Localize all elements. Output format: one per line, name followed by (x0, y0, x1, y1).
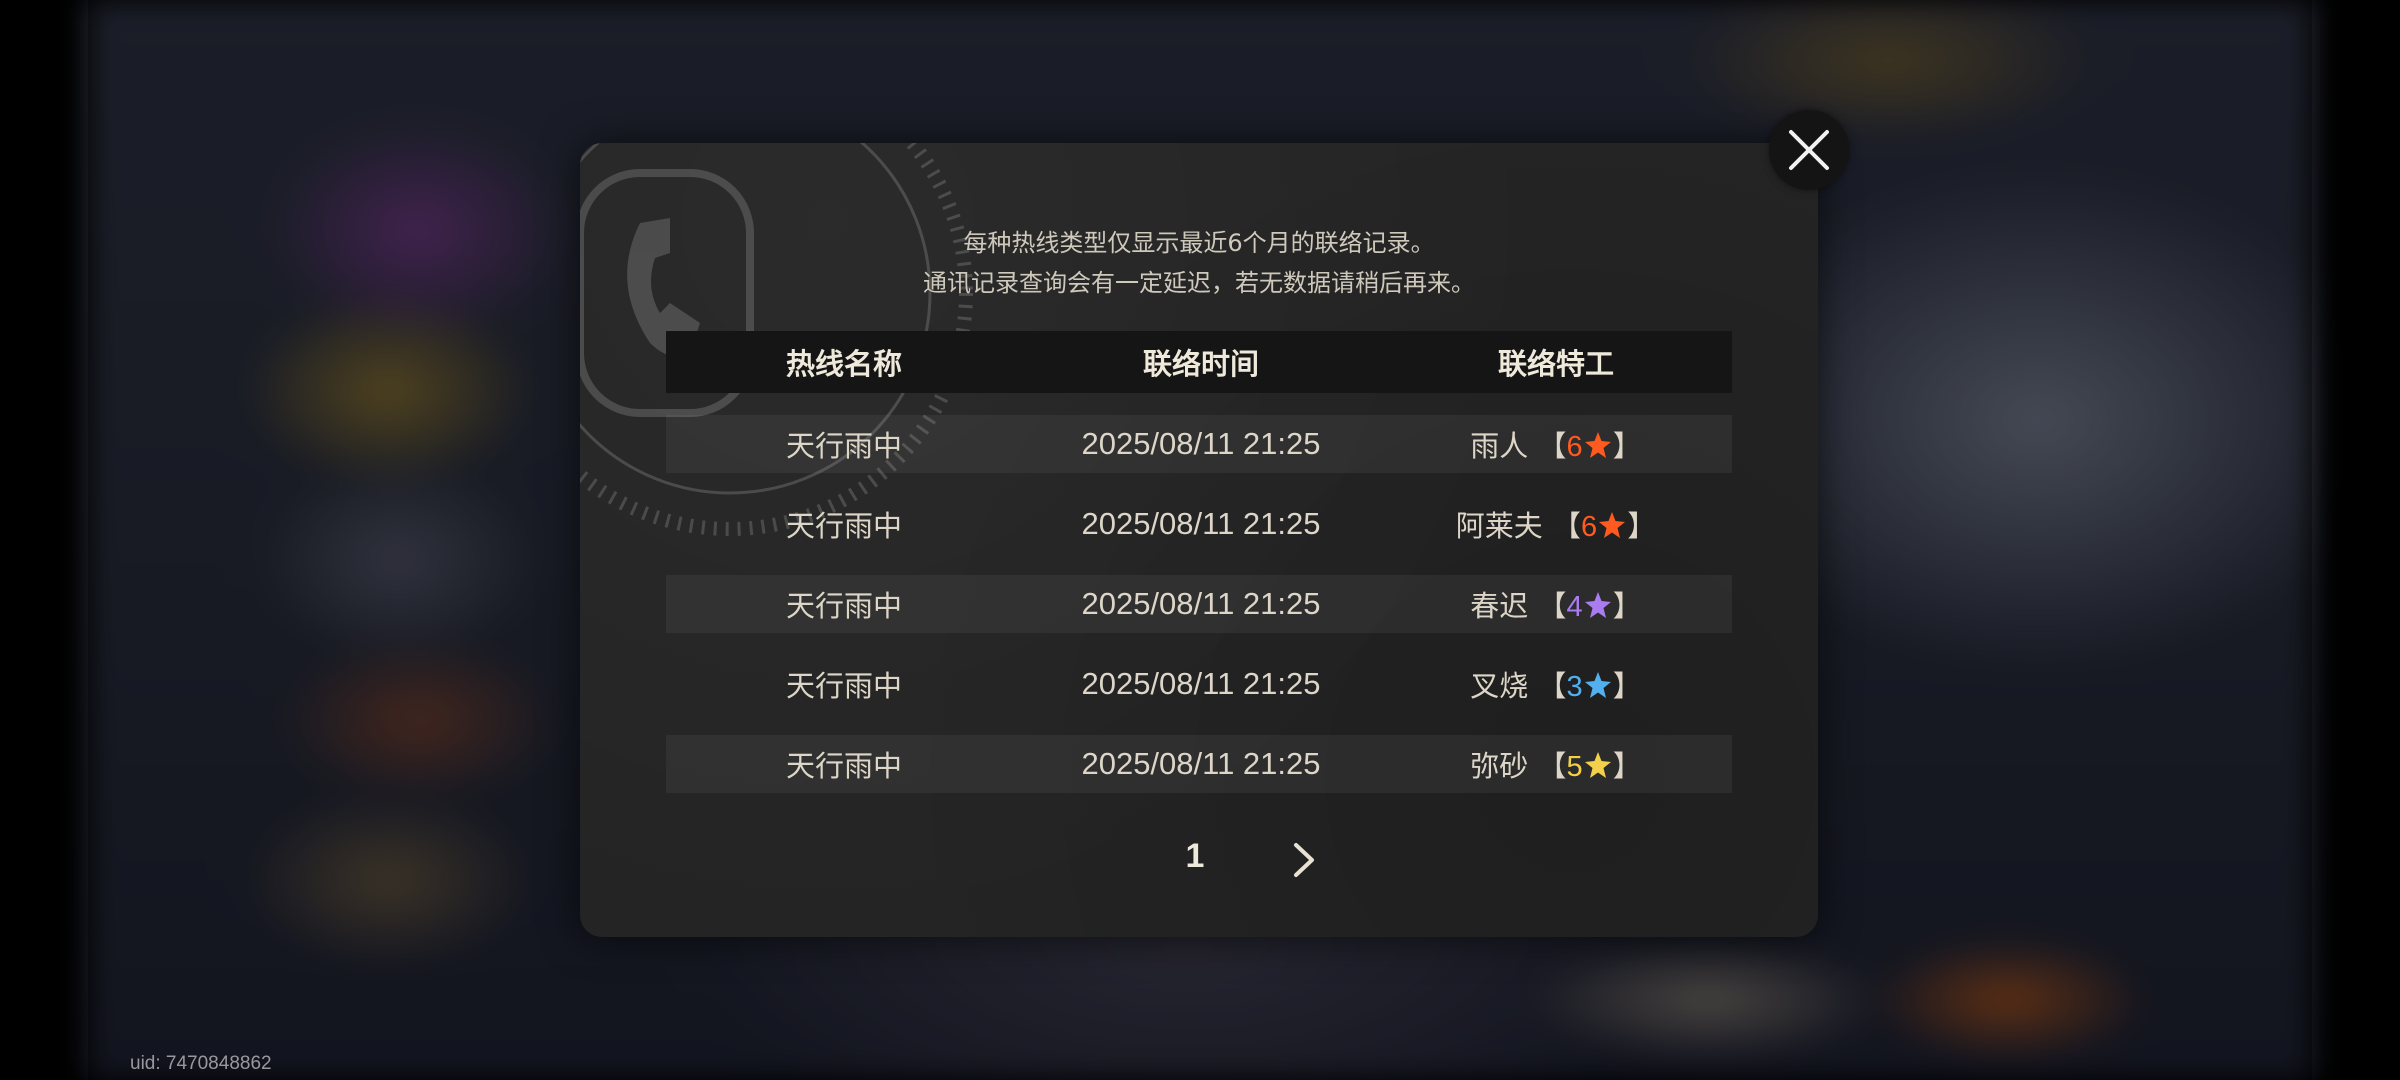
star-icon (1584, 592, 1611, 618)
cell-hotline: 天行雨中 (785, 589, 902, 623)
table-row: 天行雨中 2025/08/11 21:25 阿莱夫 【6 】 (666, 495, 1732, 553)
cell-time: 2025/08/11 21:25 (1022, 746, 1380, 782)
bracket-close: 】 (1612, 589, 1642, 623)
agent-name: 春迟 (1470, 589, 1529, 623)
close-icon (1789, 130, 1829, 170)
rarity-value: 6 (1581, 511, 1598, 543)
screen: uid: 7470848862 每种热线类型仅显示最近6个月的联络记录。 通讯记… (0, 0, 2400, 1080)
star-icon (1584, 672, 1611, 698)
cell-time: 2025/08/11 21:25 (1022, 586, 1380, 622)
star-icon (1584, 432, 1611, 458)
notice-line-2: 通讯记录查询会有一定延迟，若无数据请稍后再来。 (923, 269, 1475, 297)
cell-agent: 叉烧 【3 】 (1380, 663, 1732, 705)
cell-time: 2025/08/11 21:25 (1022, 426, 1380, 462)
bracket-close: 】 (1627, 509, 1657, 543)
cell-agent: 阿莱夫 【6 】 (1380, 503, 1732, 545)
cell-agent: 春迟 【4 】 (1380, 583, 1732, 625)
close-button[interactable] (1769, 110, 1849, 190)
header-hotline-name: 热线名称 (785, 347, 902, 381)
pagination: 1 (580, 837, 1818, 887)
current-page-number[interactable]: 1 (1180, 837, 1210, 876)
bracket-close: 】 (1612, 429, 1642, 463)
cell-agent: 弥砂 【5 】 (1380, 743, 1732, 785)
time-text: 2025/08/11 21:25 (1081, 426, 1321, 461)
notice-text: 每种热线类型仅显示最近6个月的联络记录。 通讯记录查询会有一定延迟，若无数据请稍… (580, 223, 1818, 303)
time-text: 2025/08/11 21:25 (1081, 586, 1321, 621)
cell-hotline: 天行雨中 (785, 749, 902, 783)
header-contact-time: 联络时间 (1142, 347, 1259, 381)
chevron-right-icon[interactable] (1284, 837, 1324, 883)
bracket-open: 【 (1537, 669, 1567, 703)
bracket-open: 【 (1552, 509, 1582, 543)
rarity-value: 6 (1566, 431, 1583, 463)
bracket-close: 】 (1612, 669, 1642, 703)
time-text: 2025/08/11 21:25 (1081, 746, 1321, 781)
cell-hotline: 天行雨中 (785, 509, 902, 543)
bracket-open: 【 (1537, 749, 1567, 783)
star-icon (1584, 752, 1611, 778)
table-row: 天行雨中 2025/08/11 21:25 叉烧 【3 】 (666, 655, 1732, 713)
bracket-close: 】 (1612, 749, 1642, 783)
time-text: 2025/08/11 21:25 (1081, 666, 1321, 701)
agent-name: 雨人 (1470, 429, 1529, 463)
table-row: 天行雨中 2025/08/11 21:25 雨人 【6 】 (666, 415, 1732, 473)
header-contact-agent: 联络特工 (1497, 347, 1614, 381)
rarity-value: 4 (1566, 591, 1583, 623)
rarity-value: 3 (1566, 671, 1583, 703)
cell-hotline: 天行雨中 (785, 429, 902, 463)
notice-line-1: 每种热线类型仅显示最近6个月的联络记录。 (963, 229, 1435, 257)
bracket-open: 【 (1537, 589, 1567, 623)
cell-hotline: 天行雨中 (785, 669, 902, 703)
agent-name: 叉烧 (1470, 669, 1529, 703)
star-icon (1599, 512, 1626, 538)
time-text: 2025/08/11 21:25 (1081, 506, 1321, 541)
table-row: 天行雨中 2025/08/11 21:25 春迟 【4 】 (666, 575, 1732, 633)
cell-time: 2025/08/11 21:25 (1022, 666, 1380, 702)
agent-name: 阿莱夫 (1455, 509, 1543, 543)
cell-agent: 雨人 【6 】 (1380, 423, 1732, 465)
contact-record-table: 热线名称 联络时间 联络特工 天行雨中 2025/08/11 21:25 雨人 … (666, 331, 1732, 793)
rarity-value: 5 (1566, 751, 1583, 783)
hotline-record-dialog: 每种热线类型仅显示最近6个月的联络记录。 通讯记录查询会有一定延迟，若无数据请稍… (580, 143, 1818, 937)
table-header: 热线名称 联络时间 联络特工 (666, 331, 1732, 393)
table-row: 天行雨中 2025/08/11 21:25 弥砂 【5 】 (666, 735, 1732, 793)
bracket-open: 【 (1537, 429, 1567, 463)
cell-time: 2025/08/11 21:25 (1022, 506, 1380, 542)
uid-label: uid: 7470848862 (130, 1053, 272, 1074)
agent-name: 弥砂 (1470, 749, 1529, 783)
